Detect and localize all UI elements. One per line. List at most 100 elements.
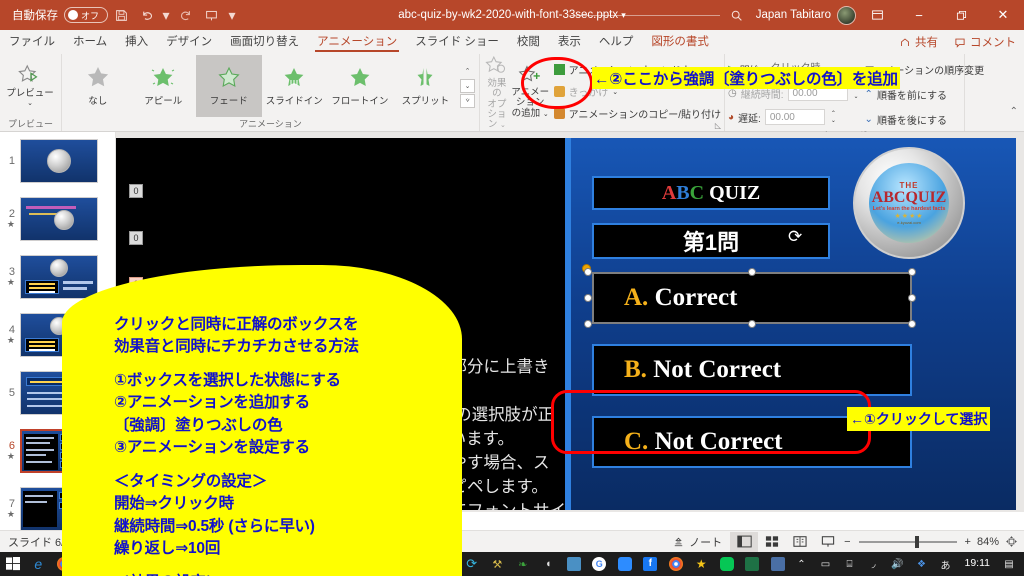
tab-file[interactable]: ファイル [0, 30, 64, 54]
tab-insert[interactable]: 挿入 [116, 30, 157, 54]
animation-float-in[interactable]: フロートイン [327, 55, 393, 117]
keyboard-icon[interactable] [765, 552, 791, 576]
animation-painter-button[interactable]: アニメーションのコピー/貼り付け [553, 104, 721, 124]
tab-animations[interactable]: アニメーション [308, 30, 406, 54]
animation-split[interactable]: スプリット [393, 55, 459, 117]
avatar[interactable] [837, 5, 856, 25]
undo-icon[interactable] [134, 2, 160, 28]
notification-icon[interactable]: ▤ [998, 559, 1020, 570]
chevron-down-icon[interactable]: ⌄ [543, 111, 549, 118]
line-icon[interactable] [714, 552, 740, 576]
usb-icon[interactable]: ⌸ [839, 559, 861, 570]
present-icon[interactable] [198, 2, 224, 28]
customize-qat-icon[interactable]: ▾ [224, 2, 240, 28]
comment-button[interactable]: コメント [946, 34, 1024, 50]
move-later-button[interactable]: ⌄ 順番を後にする [865, 109, 985, 129]
zoom-out-button[interactable]: − [842, 536, 852, 548]
slideshow-view-button[interactable] [814, 532, 842, 552]
dropbox-icon[interactable]: ❖ [911, 559, 933, 570]
handle-top-left[interactable] [584, 268, 592, 276]
gallery-scroll-down[interactable]: ⌄ [460, 78, 476, 93]
fit-to-window-icon[interactable] [1003, 535, 1024, 548]
effect-options-button[interactable]: 効果の オプション ⌄ [483, 54, 511, 130]
slide-sorter-view-button[interactable] [758, 532, 786, 552]
gallery-more[interactable]: ⩒ [460, 93, 476, 108]
restore-button[interactable] [940, 0, 982, 30]
chrome2-icon[interactable] [663, 552, 689, 576]
gallery-scroll-up[interactable]: ⌃ [460, 64, 475, 78]
tab-slideshow[interactable]: スライド ショー [406, 30, 508, 54]
redo-icon[interactable] [172, 2, 198, 28]
reading-view-button[interactable] [786, 532, 814, 552]
delay-value[interactable]: 00.00 [764, 109, 825, 125]
close-button[interactable]: ✕ [982, 0, 1024, 30]
thumbnail-1[interactable]: 1 [0, 132, 115, 190]
clock[interactable]: 19:11 [959, 558, 997, 569]
zoom-slider[interactable] [858, 535, 957, 548]
star-icon[interactable]: ★ [689, 552, 715, 576]
chevron-down-icon[interactable]: ⌄ [27, 99, 33, 107]
animation-appear[interactable]: アピール [131, 55, 197, 117]
handle-bottom-right[interactable] [908, 320, 916, 328]
option-a-box[interactable]: A. Correct [592, 272, 912, 324]
handle-top-center[interactable] [748, 268, 756, 276]
animation-fade[interactable]: フェード [196, 54, 262, 117]
preview-button[interactable]: プレビュー ⌄ [3, 64, 57, 107]
add-animation-button[interactable]: アニメーション の追加 ⌄ [511, 64, 550, 119]
quiz-title-box[interactable]: ABC QUIZ [592, 176, 830, 210]
start-icon[interactable] [0, 552, 26, 576]
tab-view[interactable]: 表示 [549, 30, 590, 54]
tab-home[interactable]: ホーム [64, 30, 116, 54]
handle-middle-right[interactable] [908, 294, 916, 302]
devices-icon[interactable] [561, 552, 587, 576]
notes-toggle-button[interactable]: ノート [664, 534, 730, 550]
volume-icon[interactable]: 🔊 [887, 559, 909, 570]
ime-indicator[interactable]: あ [935, 557, 957, 572]
facebook-icon[interactable]: f [638, 552, 664, 576]
zoom-level[interactable]: 84% [973, 536, 1003, 548]
handle-top-right[interactable] [908, 268, 916, 276]
chevron-down-icon[interactable]: ⌄ [612, 88, 618, 96]
undo-dropdown-icon[interactable]: ▾ [160, 2, 172, 28]
zoom-slider-thumb[interactable] [914, 535, 919, 548]
collapse-ribbon-button[interactable]: ⌃ [1010, 106, 1018, 117]
animation-none[interactable]: なし [65, 55, 131, 117]
zoom-in-button[interactable]: + [963, 536, 973, 548]
save-icon[interactable] [108, 2, 134, 28]
anim-order-tag-question[interactable]: 0 [129, 231, 143, 245]
chevron-up-icon[interactable]: ⌃ [791, 559, 813, 570]
anim-order-tag-title[interactable]: 0 [129, 184, 143, 198]
edge-legacy-icon[interactable]: e [26, 552, 52, 576]
thumbnail-2[interactable]: 2 ★ [0, 190, 115, 248]
option-b-box[interactable]: B. Not Correct [592, 344, 912, 396]
animation-fly-in[interactable]: スライドイン [262, 55, 328, 117]
tab-help[interactable]: ヘルプ [590, 30, 643, 54]
medal-sub-text: Let's learn the hardest facts [872, 205, 946, 212]
ribbon-display-options-button[interactable] [856, 0, 898, 30]
delay-spinner[interactable]: ⌃ ⌄ [831, 110, 836, 124]
comment-label: コメント [970, 37, 1016, 49]
share-button[interactable]: 共有 [891, 34, 946, 50]
normal-view-button[interactable] [730, 531, 759, 552]
google2-icon[interactable]: G [587, 552, 613, 576]
tab-design[interactable]: デザイン [157, 30, 221, 54]
handle-bottom-left[interactable] [584, 320, 592, 328]
user-name[interactable]: Japan Tabitaro [756, 9, 831, 21]
tab-shape-format[interactable]: 図形の書式 [642, 30, 718, 54]
zoom-icon[interactable] [612, 552, 638, 576]
tab-transitions[interactable]: 画面切り替え [221, 30, 308, 54]
minimize-button[interactable]: − [898, 0, 940, 30]
search-box-line[interactable] [569, 14, 720, 16]
quiz-medal-logo[interactable]: THE ABCQUIZ Let's learn the hardest fact… [853, 147, 965, 259]
handle-middle-left[interactable] [584, 294, 592, 302]
wifi-icon[interactable]: ◞ [863, 559, 885, 570]
dialog-launcher-icon[interactable]: ◺ [715, 121, 721, 130]
handle-bottom-center[interactable] [748, 320, 756, 328]
battery-icon[interactable]: ▭ [815, 559, 837, 570]
chevron-down-icon[interactable]: ⌄ [500, 122, 506, 129]
rotate-handle-icon[interactable]: ⟳ [788, 227, 802, 247]
tab-review[interactable]: 校閲 [508, 30, 549, 54]
autosave-toggle[interactable]: オフ [64, 7, 108, 23]
search-icon[interactable] [724, 2, 750, 28]
excel-icon[interactable] [740, 552, 766, 576]
